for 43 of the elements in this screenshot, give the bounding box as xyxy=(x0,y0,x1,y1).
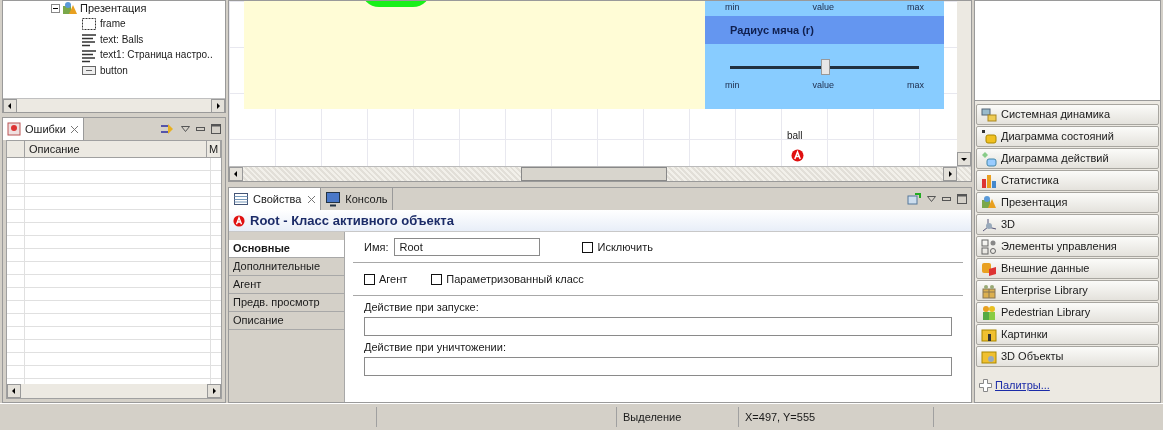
name-field[interactable]: Root xyxy=(394,238,541,256)
slider-label: max xyxy=(906,1,924,14)
palettes-link[interactable]: Палитры... xyxy=(995,376,1050,394)
checkbox-label: Исключить xyxy=(597,239,653,255)
palette-section[interactable]: Презентация xyxy=(976,192,1159,213)
palette-section[interactable]: Статистика xyxy=(976,170,1159,191)
properties-title: Root - Класс активного объекта xyxy=(250,211,454,230)
palette-section[interactable]: Системная динамика xyxy=(976,104,1159,125)
field-label: Действие при уничтожении: xyxy=(364,340,507,355)
slider-label: min xyxy=(725,79,740,92)
tree-item[interactable]: text: Balls xyxy=(100,31,144,47)
field-label: Действие при запуске: xyxy=(364,300,480,315)
checkbox-label: Параметризованный класс xyxy=(446,271,584,287)
slider-label: value xyxy=(812,79,834,92)
palette-section[interactable]: 3D Объекты xyxy=(976,346,1159,367)
tree-item[interactable]: text1: Страница настро.. xyxy=(100,47,213,63)
palette-section[interactable]: Диаграмма состояний xyxy=(976,126,1159,147)
column-header[interactable]: Описание xyxy=(25,141,207,157)
status-mode: Выделение xyxy=(617,407,739,427)
view-tab[interactable]: Ошибки xyxy=(3,118,84,140)
palette-section[interactable]: Картинки xyxy=(976,324,1159,345)
palette-section[interactable]: Enterprise Library xyxy=(976,280,1159,301)
column-header[interactable]: М xyxy=(207,141,221,157)
section-tab[interactable]: Основные xyxy=(229,240,344,258)
status-coordinates: X=497, Y=555 xyxy=(739,407,934,427)
slider-title: Радиус мяча (r) xyxy=(705,16,944,44)
slider-label: max xyxy=(906,79,924,92)
agent-label: ball xyxy=(787,129,803,143)
tree-item[interactable]: frame xyxy=(100,16,126,32)
slider-label: min xyxy=(725,1,740,14)
palette-section[interactable]: Диаграмма действий xyxy=(976,148,1159,169)
palette-section[interactable]: Элементы управления xyxy=(976,236,1159,257)
checkbox-label: Агент xyxy=(379,271,408,287)
palette-section[interactable]: Внешние данные xyxy=(976,258,1159,279)
canvas[interactable]: min value max Радиус мяча (r) min value max ball xyxy=(229,1,957,166)
palette-section[interactable]: 3D xyxy=(976,214,1159,235)
palette-section[interactable]: Pedestrian Library xyxy=(976,302,1159,323)
view-tab[interactable]: Свойства xyxy=(229,188,322,210)
field-label: Имя: xyxy=(364,239,389,255)
tab-label: Ошибки xyxy=(25,121,66,137)
tree-item[interactable]: button xyxy=(100,62,128,78)
slider-label: value xyxy=(812,1,834,14)
tree-item[interactable]: Презентация xyxy=(80,1,147,17)
